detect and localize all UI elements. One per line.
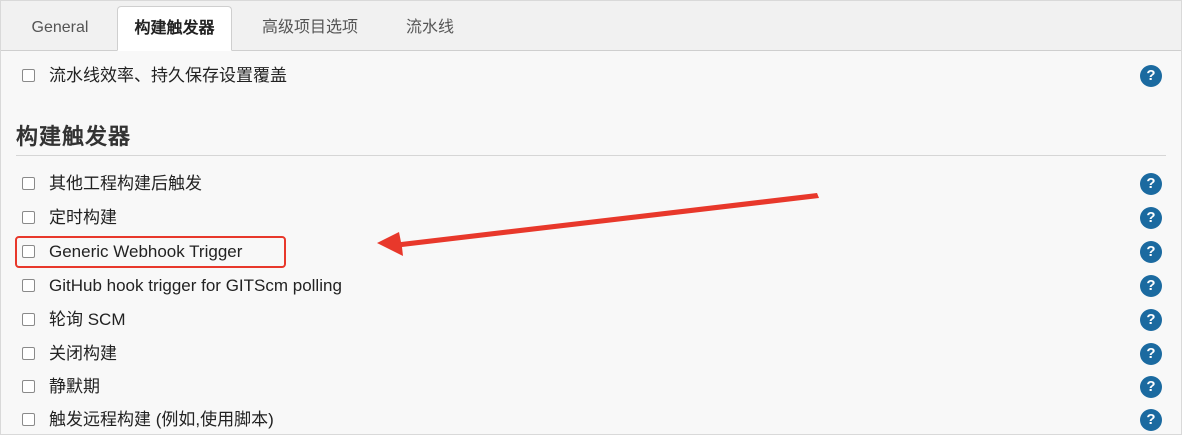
tab-pipeline[interactable]: 流水线	[387, 6, 473, 50]
section-title-build-triggers: 构建触发器	[16, 124, 132, 149]
help-icon[interactable]: ?	[1140, 275, 1162, 297]
trigger-label: 其他工程构建后触发	[49, 174, 202, 193]
tab-build-triggers[interactable]: 构建触发器	[117, 6, 232, 51]
pipeline-override-label: 流水线效率、持久保存设置覆盖	[49, 66, 287, 85]
help-icon[interactable]: ?	[1140, 207, 1162, 229]
trigger-label: 关闭构建	[49, 344, 117, 363]
trigger-label: GitHub hook trigger for GITScm polling	[49, 276, 342, 295]
trigger-checkbox-disable-build[interactable]	[22, 347, 35, 360]
help-icon[interactable]: ?	[1140, 409, 1162, 431]
trigger-label: 定时构建	[49, 208, 117, 227]
trigger-label: 轮询 SCM	[49, 310, 126, 329]
help-icon[interactable]: ?	[1140, 343, 1162, 365]
help-icon[interactable]: ?	[1140, 65, 1162, 87]
trigger-row-periodic: 定时构建 ?	[1, 203, 1181, 235]
highlight-box-generic-webhook	[15, 236, 286, 268]
help-icon[interactable]: ?	[1140, 173, 1162, 195]
trigger-row-remote-build: 触发远程构建 (例如,使用脚本) ?	[1, 405, 1181, 437]
trigger-checkbox-github-hook[interactable]	[22, 279, 35, 292]
trigger-row-poll-scm: 轮询 SCM ?	[1, 305, 1181, 337]
trigger-row-disable-build: 关闭构建 ?	[1, 339, 1181, 371]
pipeline-override-row: 流水线效率、持久保存设置覆盖 ?	[1, 61, 1181, 93]
help-icon[interactable]: ?	[1140, 309, 1162, 331]
trigger-checkbox-remote-build[interactable]	[22, 413, 35, 426]
tab-advanced-project-options[interactable]: 高级项目选项	[243, 6, 377, 50]
config-content: 流水线效率、持久保存设置覆盖 ? 构建触发器 其他工程构建后触发 ? 定时构建 …	[1, 51, 1181, 434]
trigger-row-quiet-period: 静默期 ?	[1, 372, 1181, 404]
trigger-checkbox-poll-scm[interactable]	[22, 313, 35, 326]
help-icon[interactable]: ?	[1140, 241, 1162, 263]
trigger-checkbox-other-projects[interactable]	[22, 177, 35, 190]
help-icon[interactable]: ?	[1140, 376, 1162, 398]
section-divider	[16, 155, 1166, 156]
trigger-checkbox-quiet-period[interactable]	[22, 380, 35, 393]
trigger-row-github-hook: GitHub hook trigger for GITScm polling ?	[1, 271, 1181, 303]
trigger-label: 静默期	[49, 377, 100, 396]
config-tab-bar: General 构建触发器 高级项目选项 流水线	[1, 1, 1181, 51]
trigger-row-other-projects: 其他工程构建后触发 ?	[1, 169, 1181, 201]
job-config-panel: General 构建触发器 高级项目选项 流水线 流水线效率、持久保存设置覆盖 …	[0, 0, 1182, 435]
trigger-checkbox-periodic[interactable]	[22, 211, 35, 224]
tab-general[interactable]: General	[11, 6, 109, 50]
pipeline-override-checkbox[interactable]	[22, 69, 35, 82]
trigger-label: 触发远程构建 (例如,使用脚本)	[49, 410, 274, 429]
